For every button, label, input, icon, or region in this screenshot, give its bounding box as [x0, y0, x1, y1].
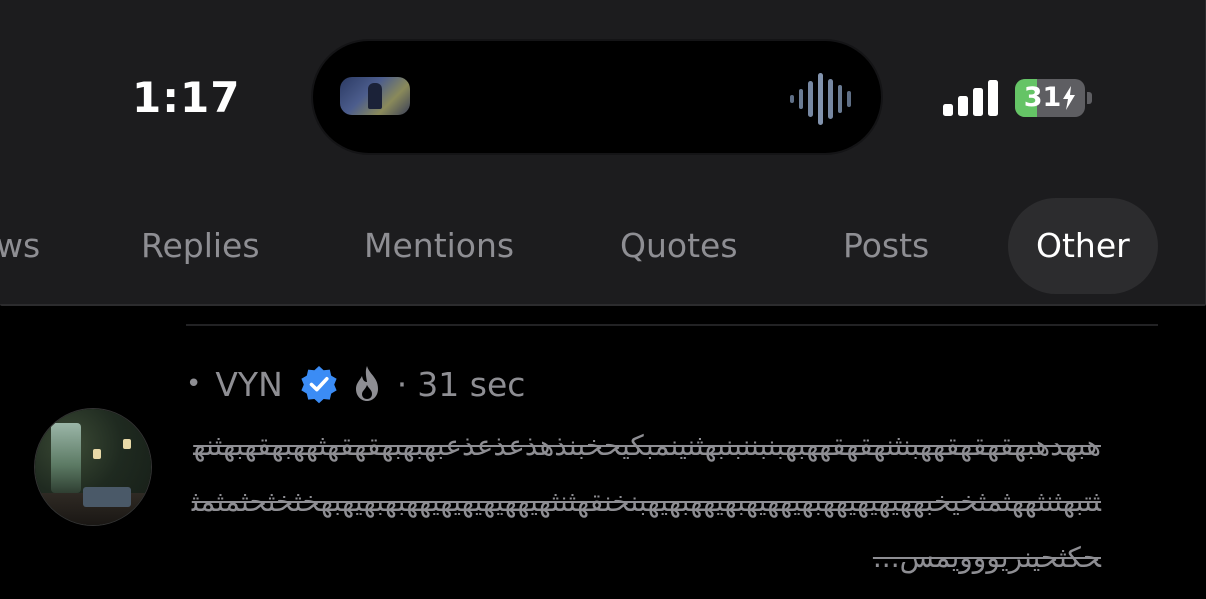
tab-other[interactable]: Other [1008, 198, 1158, 294]
waveform-icon [790, 73, 851, 125]
flame-icon [355, 366, 378, 401]
battery-cap [1087, 92, 1092, 104]
post-header: • VYN · 31 sec [186, 358, 525, 410]
tab-posts[interactable]: Posts [843, 198, 929, 294]
battery-indicator: 31 [1015, 79, 1093, 117]
username[interactable]: VYN [215, 365, 282, 404]
post-body[interactable]: هبهدهبهقهقهقههبنثنهقهقههبهبنبننبنبهثنينم… [186, 418, 1101, 586]
tab-mentions[interactable]: Mentions [364, 198, 514, 294]
avatar[interactable] [35, 409, 151, 525]
tab-bar: ws Replies Mentions Quotes Posts Other [0, 198, 1205, 294]
tab-views[interactable]: ws [0, 198, 40, 294]
battery-level: 31 [1023, 82, 1062, 113]
bullet: • [186, 369, 202, 399]
charging-bolt-icon [1063, 86, 1076, 110]
battery-body: 31 [1015, 79, 1085, 117]
post-timestamp: 31 sec [417, 364, 526, 404]
status-time: 1:17 [132, 73, 241, 122]
tab-replies[interactable]: Replies [141, 198, 260, 294]
divider [186, 324, 1158, 326]
dynamic-island[interactable] [313, 41, 881, 153]
screen: 1:17 31 ws Replies Mentions Quotes Posts… [0, 0, 1206, 599]
verified-badge-icon [301, 366, 337, 404]
top-panel: 1:17 31 ws Replies Mentions Quotes Posts… [0, 0, 1206, 306]
album-art-thumbnail[interactable] [340, 77, 410, 115]
tab-quotes[interactable]: Quotes [620, 198, 738, 294]
cellular-signal-icon [943, 80, 998, 116]
separator: · [396, 364, 408, 404]
